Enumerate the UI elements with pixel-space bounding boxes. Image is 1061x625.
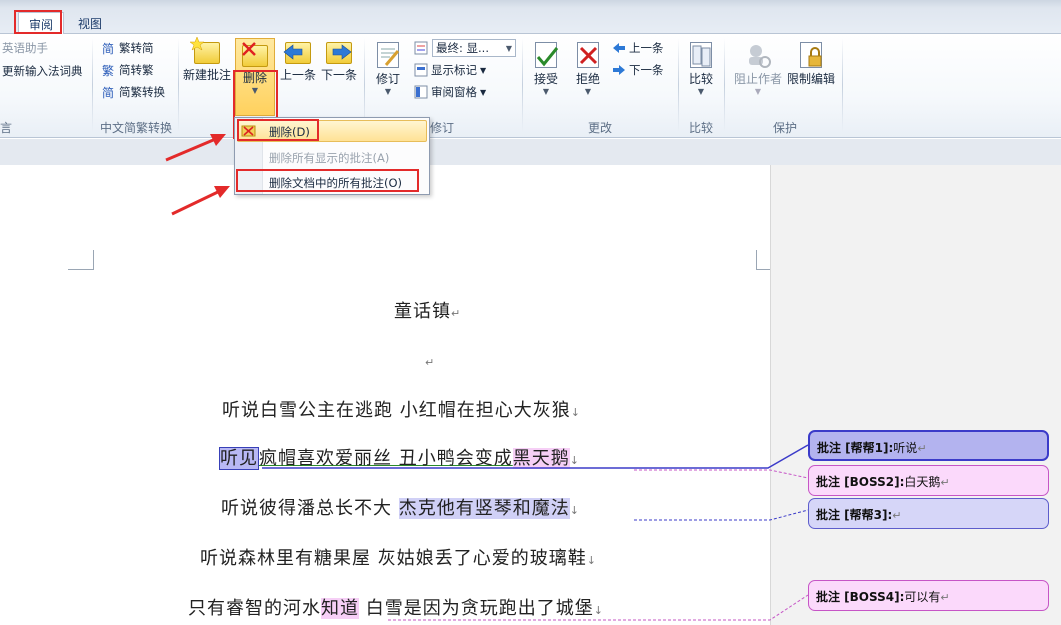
annotation-arrows — [165, 134, 230, 216]
